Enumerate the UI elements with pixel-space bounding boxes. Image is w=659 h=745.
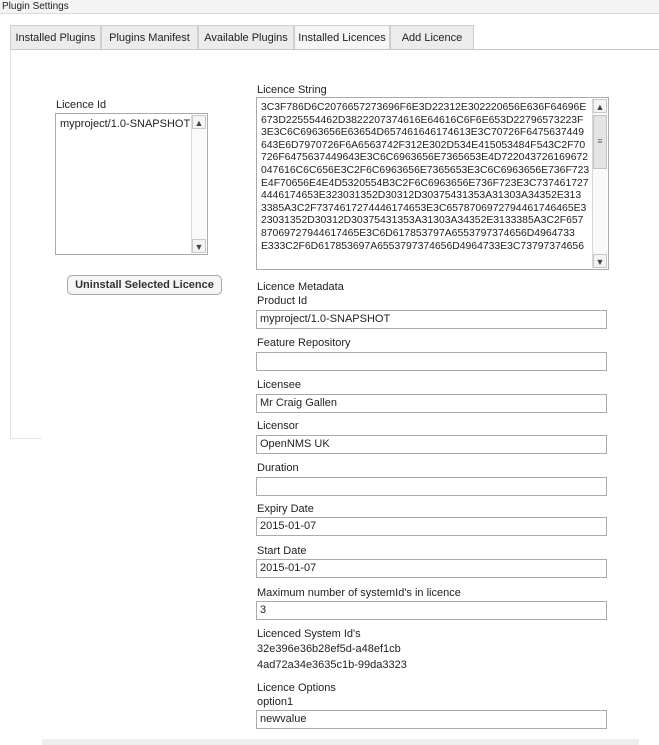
licence-string-scrollbar[interactable]: ▲ ≡ ▼ bbox=[592, 99, 607, 268]
licence-string-line: 643E6D7970726F6A6563742F312E302D534E4150… bbox=[261, 139, 586, 151]
licence-string-line: 23031352D30312D30375431353A31303A34352E3… bbox=[261, 215, 584, 227]
system-id-value: 32e396e36b28ef5d-a48ef1cb bbox=[257, 643, 401, 655]
licence-string-line: 3C3F786D6C2076657273696F6E3D22312E302220… bbox=[261, 102, 587, 113]
expiry-date-label: Expiry Date bbox=[257, 503, 314, 515]
licence-id-list[interactable]: myproject/1.0-SNAPSHOT ▲ ▼ bbox=[55, 113, 208, 255]
tab-installed-plugins[interactable]: Installed Plugins bbox=[10, 25, 101, 49]
licence-string-line: 3385A3C2F7374617274446174653E3C657870697… bbox=[261, 202, 587, 214]
option-value-field[interactable]: newvalue bbox=[256, 710, 607, 729]
horizontal-scrollbar[interactable] bbox=[42, 739, 639, 745]
licensor-field[interactable]: OpenNMS UK bbox=[256, 435, 607, 454]
max-system-ids-field[interactable]: 3 bbox=[256, 601, 607, 620]
licence-string-line: E4F70656E4E4D5320554B3C2F6C6963656E736F7… bbox=[261, 177, 589, 189]
duration-field[interactable] bbox=[256, 477, 607, 496]
licence-string-line: 726F6475637449643E3C6C6963656E7365653E4D… bbox=[261, 152, 589, 164]
licence-metadata-heading: Licence Metadata bbox=[257, 281, 344, 293]
feature-repository-label: Feature Repository bbox=[257, 337, 351, 349]
start-date-label: Start Date bbox=[257, 545, 307, 557]
licence-id-label: Licence Id bbox=[56, 99, 107, 111]
scroll-thumb[interactable]: ≡ bbox=[593, 115, 607, 169]
licence-options-label: Licence Options bbox=[257, 682, 336, 694]
title-bar: Plugin Settings bbox=[0, 0, 659, 14]
licence-string-line: E333C2F6D617853697A6553797374656D4964733… bbox=[261, 240, 584, 252]
licence-string-label: Licence String bbox=[257, 84, 327, 96]
expiry-date-field[interactable]: 2015-01-07 bbox=[256, 517, 607, 536]
option-name-label: option1 bbox=[257, 696, 294, 708]
scroll-up-icon[interactable]: ▲ bbox=[192, 115, 206, 129]
licenced-system-ids-label: Licenced System Id's bbox=[257, 628, 361, 640]
product-id-label: Product Id bbox=[257, 295, 308, 307]
licence-string-text: 3C3F786D6C2076657273696F6E3D22312E302220… bbox=[261, 102, 591, 253]
system-id-value: 4ad72a34e3635c1b-99da3323 bbox=[257, 659, 407, 671]
licence-string-line: 4446174653E323031352D30312D30375431353A3… bbox=[261, 190, 582, 202]
scroll-down-icon[interactable]: ▼ bbox=[192, 239, 206, 253]
licence-string-line: 87069727944617465E3C6D617853797A65537973… bbox=[261, 227, 575, 239]
max-system-ids-label: Maximum number of systemId's in licence bbox=[257, 587, 461, 599]
list-item[interactable]: myproject/1.0-SNAPSHOT bbox=[60, 118, 190, 130]
product-id-field[interactable]: myproject/1.0-SNAPSHOT bbox=[256, 310, 607, 329]
start-date-field[interactable]: 2015-01-07 bbox=[256, 559, 607, 578]
tab-add-licence[interactable]: Add Licence bbox=[390, 25, 474, 49]
tab-installed-licences[interactable]: Installed Licences bbox=[294, 25, 390, 49]
licence-string-line: 3E3C6C6963656E63654D657461646174613E3C70… bbox=[261, 127, 584, 139]
panel-divider bbox=[10, 438, 42, 439]
licence-string-textarea[interactable]: 3C3F786D6C2076657273696F6E3D22312E302220… bbox=[256, 97, 609, 270]
tab-plugins-manifest[interactable]: Plugins Manifest bbox=[101, 25, 198, 49]
licence-string-line: 047616C6C656E3C2F6C6963656E7365653E3C6C6… bbox=[261, 164, 590, 176]
panel-edge bbox=[10, 50, 11, 438]
tab-bar: Installed Plugins Plugins Manifest Avail… bbox=[10, 25, 659, 50]
window-title: Plugin Settings bbox=[2, 1, 69, 12]
uninstall-selected-licence-button[interactable]: Uninstall Selected Licence bbox=[67, 275, 222, 295]
list-scrollbar[interactable]: ▲ ▼ bbox=[191, 115, 206, 253]
licensor-label: Licensor bbox=[257, 420, 299, 432]
licensee-label: Licensee bbox=[257, 379, 302, 391]
licence-string-line: 673D225554462D3822207374616E64616C6F6E65… bbox=[261, 114, 584, 126]
licensee-field[interactable]: Mr Craig Gallen bbox=[256, 394, 607, 413]
feature-repository-field[interactable] bbox=[256, 352, 607, 371]
duration-label: Duration bbox=[257, 462, 299, 474]
scroll-up-icon[interactable]: ▲ bbox=[593, 99, 607, 113]
scroll-down-icon[interactable]: ▼ bbox=[593, 254, 607, 268]
tab-available-plugins[interactable]: Available Plugins bbox=[198, 25, 294, 49]
